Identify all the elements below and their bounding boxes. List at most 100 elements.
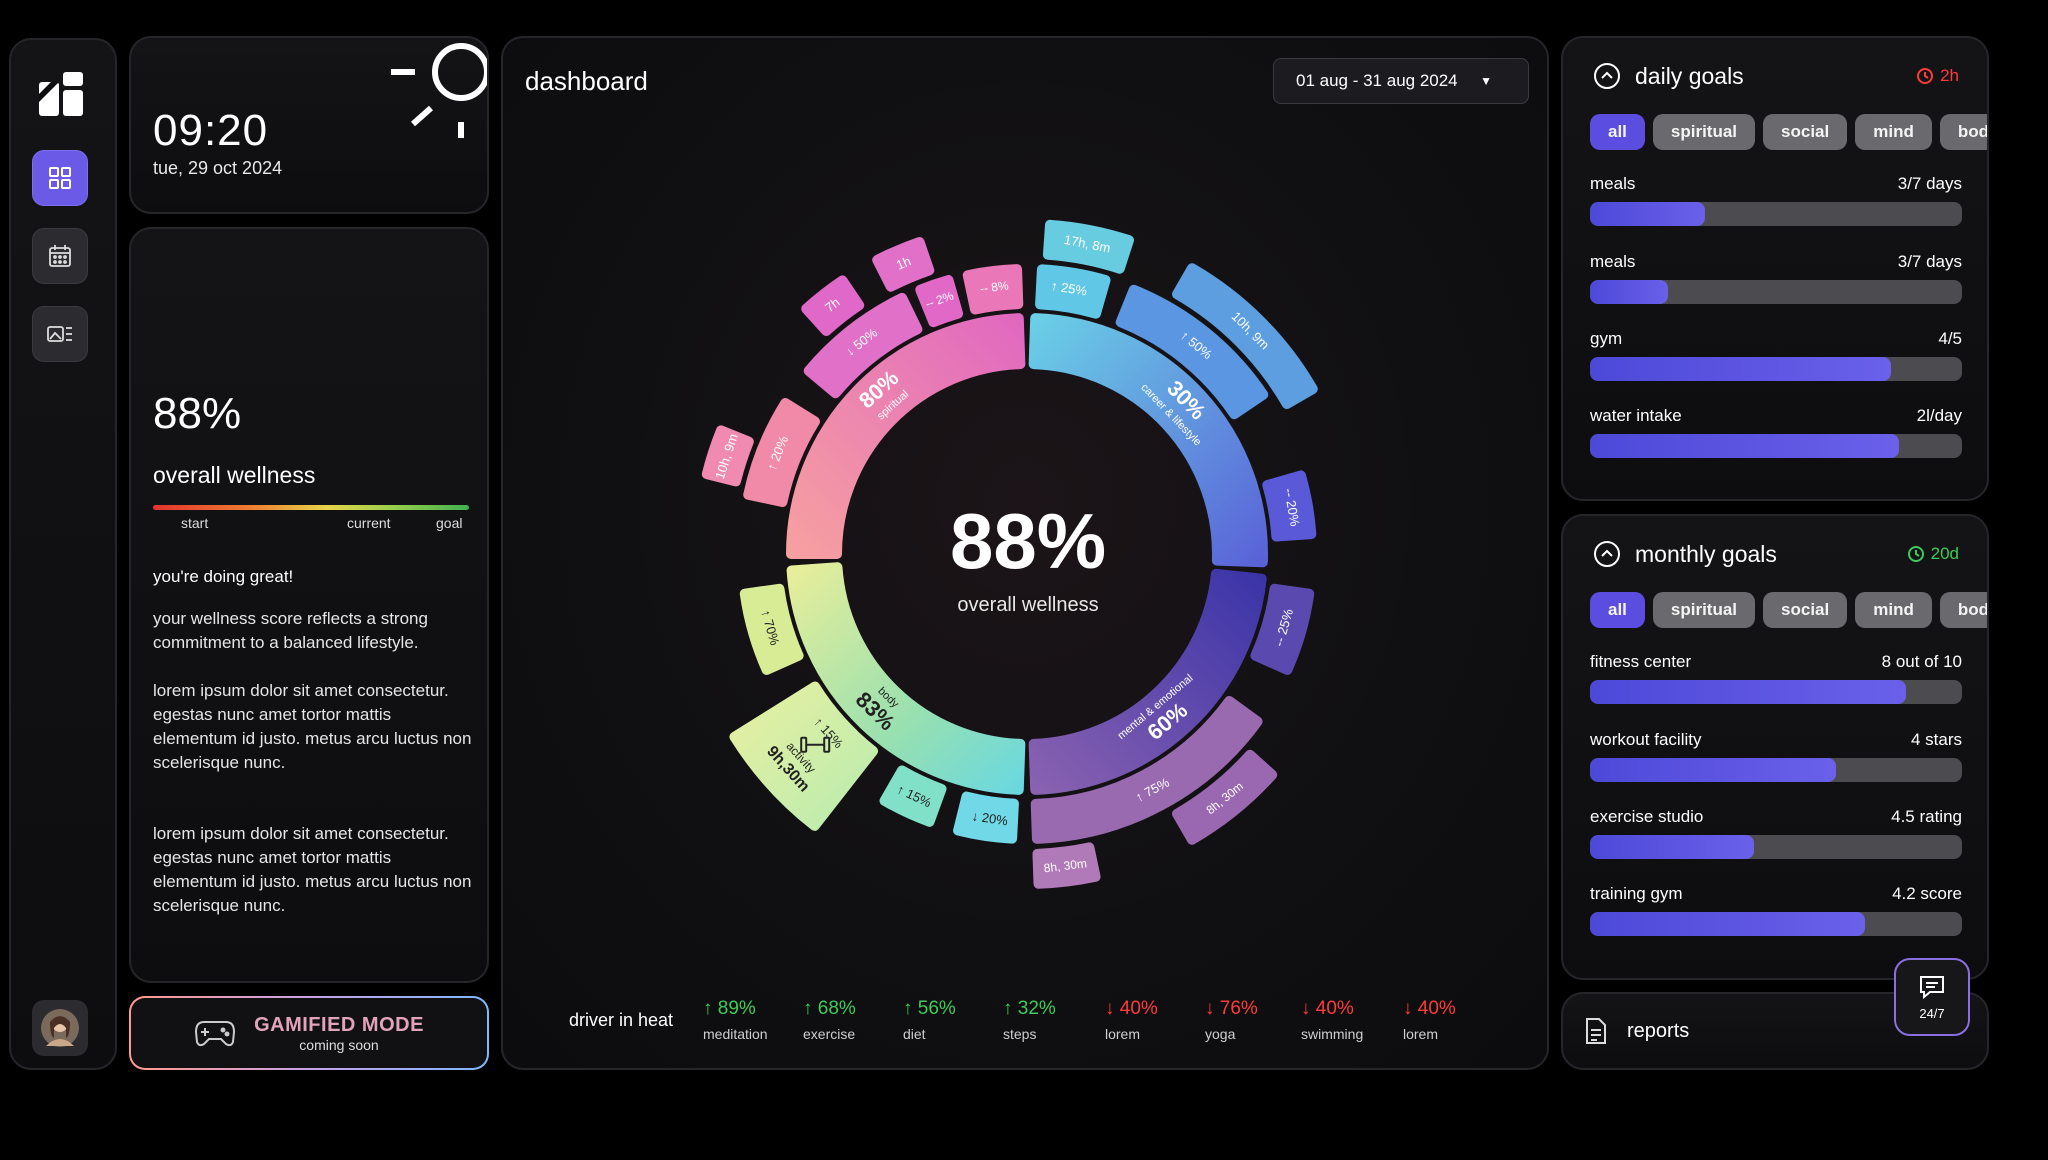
daily-goals-title: daily goals xyxy=(1635,62,1744,89)
driver-label: yoga xyxy=(1205,1026,1236,1042)
chip-mind[interactable]: mind xyxy=(1855,114,1932,150)
bar-label-current: current xyxy=(347,515,391,531)
driver-item: ↓ 40% lorem xyxy=(1105,998,1205,1042)
sidebar-item-media[interactable] xyxy=(32,306,88,362)
app-logo-icon[interactable] xyxy=(37,70,85,118)
goal-row: meals 3/7 days xyxy=(1590,174,1962,226)
driver-label: lorem xyxy=(1403,1026,1439,1042)
goal-progress-track xyxy=(1590,912,1962,936)
chat-icon xyxy=(1920,975,1944,999)
driver-item: ↑ 68% exercise xyxy=(803,998,903,1042)
clock-icon xyxy=(1917,68,1934,84)
goal-row: gym 4/5 xyxy=(1590,329,1962,381)
chip-body[interactable]: bod xyxy=(1939,114,1987,150)
current-time: 09:20 xyxy=(153,106,269,155)
driver-label: steps xyxy=(1003,1026,1037,1042)
collapse-icon[interactable] xyxy=(1593,62,1621,90)
driver-item: ↑ 56% diet xyxy=(903,998,1003,1042)
goal-progress-fill xyxy=(1590,680,1907,704)
dashboard-panel: dashboard 01 aug - 31 aug 2024 ▼ 80% spir… xyxy=(501,36,1549,1070)
driver-value: ↑ 56% xyxy=(903,998,956,1019)
wellness-panel: 88% overall wellness start current goal … xyxy=(129,227,489,983)
goal-name: workout facility xyxy=(1590,730,1702,749)
chip-all[interactable]: all xyxy=(1590,114,1645,150)
monthly-filter-chips: all spiritual social mind bod xyxy=(1590,592,1987,628)
sidebar-item-calendar[interactable] xyxy=(32,228,88,284)
sun-icon xyxy=(391,43,487,138)
message-paragraph: your wellness score reflects a strong co… xyxy=(153,609,428,652)
chat-label: 24/7 xyxy=(1919,1005,1945,1021)
gamified-mode-button[interactable]: GAMIFIED MODE coming soon xyxy=(129,996,489,1070)
goal-row: fitness center 8 out of 10 xyxy=(1590,652,1962,704)
current-date: tue, 29 oct 2024 xyxy=(153,158,283,178)
driver-label: exercise xyxy=(803,1026,856,1042)
sidebar-item-dashboard[interactable] xyxy=(32,150,88,206)
goal-progress-fill xyxy=(1590,280,1669,304)
gamified-subtitle: coming soon xyxy=(299,1036,379,1053)
collapse-icon[interactable] xyxy=(1593,540,1621,568)
timer-value: 2h xyxy=(1940,66,1959,85)
goal-amount: 4.2 score xyxy=(1892,884,1962,903)
driver-value: ↑ 68% xyxy=(803,998,856,1019)
clock-panel: 09:20 tue, 29 oct 2024 xyxy=(129,36,489,214)
message-paragraph: lorem ipsum dolor sit amet consectetur. … xyxy=(153,681,472,772)
monthly-goals-panel: monthly goals 20d all spiritual social m… xyxy=(1561,514,1989,980)
avatar-icon xyxy=(41,1009,79,1047)
chip-all[interactable]: all xyxy=(1590,592,1645,628)
gamified-title: GAMIFIED MODE xyxy=(254,1013,424,1036)
timer-value: 20d xyxy=(1930,544,1959,563)
driver-label: meditation xyxy=(703,1026,768,1042)
chip-spiritual[interactable]: spiritual xyxy=(1652,114,1756,150)
driver-value: ↓ 40% xyxy=(1105,998,1158,1019)
chip-social[interactable]: social xyxy=(1763,592,1848,628)
goal-name: gym xyxy=(1590,329,1623,348)
monthly-goals-title: monthly goals xyxy=(1635,540,1777,567)
chat-support-button[interactable]: 24/7 xyxy=(1894,958,1970,1036)
goal-progress-fill xyxy=(1590,835,1754,859)
goal-amount: 8 out of 10 xyxy=(1881,652,1962,671)
media-icon xyxy=(47,326,72,342)
bar-label-goal: goal xyxy=(436,515,463,531)
document-icon xyxy=(1586,1018,1606,1044)
message-title: you're doing great! xyxy=(153,567,294,586)
driver-value: ↓ 76% xyxy=(1205,998,1258,1019)
driver-value: ↑ 89% xyxy=(703,998,756,1019)
goal-row: training gym 4.2 score xyxy=(1590,884,1962,936)
sidebar xyxy=(9,38,117,1070)
chip-spiritual[interactable]: spiritual xyxy=(1652,592,1756,628)
chip-body[interactable]: bod xyxy=(1939,592,1987,628)
goal-progress-track xyxy=(1590,680,1962,704)
monthly-goals-timer: 20d xyxy=(1907,544,1959,564)
driver-item: ↓ 76% yoga xyxy=(1205,998,1305,1042)
monthly-goals-header[interactable]: monthly goals xyxy=(1593,540,1777,568)
goal-amount: 3/7 days xyxy=(1897,252,1962,271)
driver-value: ↑ 32% xyxy=(1003,998,1056,1019)
user-avatar[interactable] xyxy=(32,1000,88,1056)
calendar-icon xyxy=(49,245,71,267)
driver-label: diet xyxy=(903,1026,926,1042)
clock-icon xyxy=(1907,546,1924,562)
goal-progress-fill xyxy=(1590,357,1892,381)
driver-label: swimming xyxy=(1301,1026,1364,1042)
chip-mind[interactable]: mind xyxy=(1855,592,1932,628)
goal-progress-track xyxy=(1590,357,1962,381)
goal-progress-track xyxy=(1590,434,1962,458)
goal-progress-track xyxy=(1590,835,1962,859)
goal-row: workout facility 4 stars xyxy=(1590,730,1962,782)
center-wellness-percent: 88% xyxy=(949,497,1107,585)
daily-goals-header[interactable]: daily goals xyxy=(1593,62,1744,90)
wellness-progress-bar xyxy=(153,505,469,510)
goal-row: meals 3/7 days xyxy=(1590,252,1962,304)
wellness-label: overall wellness xyxy=(153,462,316,488)
driver-item: ↓ 40% swimming xyxy=(1301,998,1401,1042)
daily-goals-panel: daily goals 2h all spiritual social mind… xyxy=(1561,36,1989,501)
goal-amount: 4 stars xyxy=(1910,730,1962,749)
goal-amount: 2l/day xyxy=(1916,406,1962,425)
driver-item: ↓ 40% lorem xyxy=(1403,998,1503,1042)
daily-goals-timer: 2h xyxy=(1916,66,1959,86)
gamepad-icon xyxy=(195,1021,236,1047)
driver-label: lorem xyxy=(1105,1026,1141,1042)
goal-progress-fill xyxy=(1590,758,1836,782)
chip-social[interactable]: social xyxy=(1763,114,1848,150)
driver-value: ↓ 40% xyxy=(1403,998,1456,1019)
